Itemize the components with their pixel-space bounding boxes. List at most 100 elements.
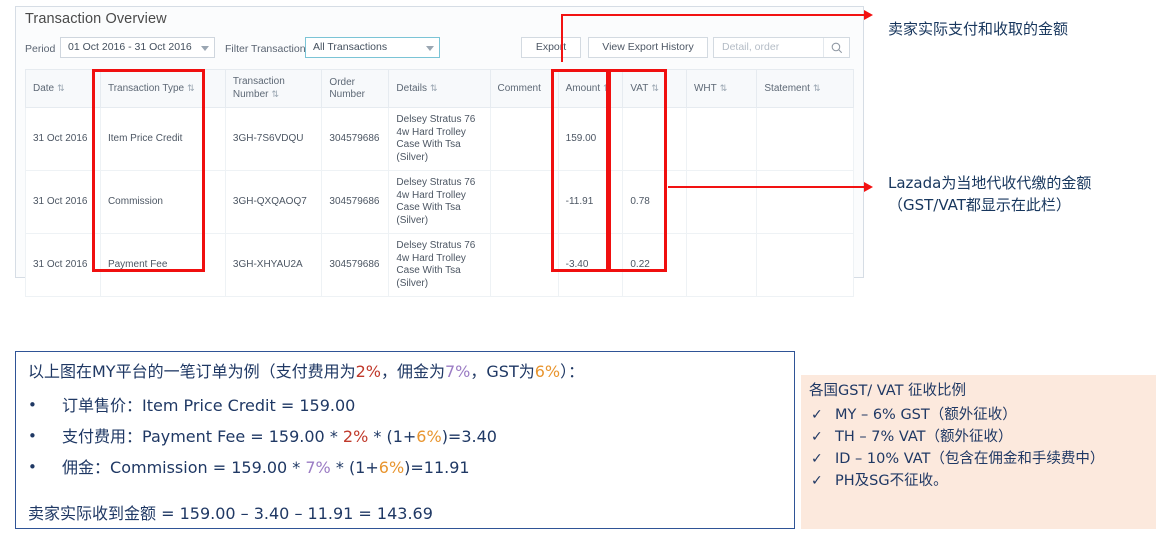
cell-statement xyxy=(756,107,854,171)
search-divider xyxy=(823,38,824,57)
chevron-down-icon xyxy=(201,46,209,51)
column-header-label: Date xyxy=(33,83,55,94)
vat-rate-item: ✓ ID – 10% VAT（包含在佣金和手续费中） xyxy=(809,448,1146,470)
cell-transaction_type: Payment Fee xyxy=(99,233,226,297)
cell-statement xyxy=(756,233,854,297)
sort-updown-icon[interactable]: ⇅ xyxy=(813,82,820,94)
sort-updown-icon[interactable]: ⇅ xyxy=(603,82,610,94)
cell-amount: -3.40 xyxy=(557,233,624,297)
vat-rate-label: TH – 7% VAT（额外征收） xyxy=(835,429,1013,445)
sort-updown-icon[interactable]: ⇅ xyxy=(720,82,727,94)
cell-details: Delsey Stratus 76 4w Hard Trolley Case W… xyxy=(388,107,491,171)
table-row[interactable]: 31 Oct 2016 Commission 3GH-QXQAOQ7 30457968… xyxy=(25,170,854,234)
check-icon: ✓ xyxy=(811,473,823,489)
bullet-commission: 佣金：Commission = 159.00 * 7% * (1+6%)=11.… xyxy=(28,452,784,483)
sort-updown-icon[interactable]: ⇅ xyxy=(651,82,658,94)
period-select[interactable]: 01 Oct 2016 - 31 Oct 2016 xyxy=(60,37,215,58)
column-header-label: Details xyxy=(396,83,427,94)
bullet-item-price-formula: Item Price Credit = 159.00 xyxy=(142,396,356,415)
filter-transaction-label: Filter Transaction xyxy=(225,43,306,55)
vat-rate-item: ✓ TH – 7% VAT（额外征收） xyxy=(809,426,1146,448)
filter-transaction-select[interactable]: All Transactions xyxy=(305,37,440,58)
bullet-item-price-label: 订单售价： xyxy=(62,396,143,415)
cell-wht xyxy=(685,107,758,171)
column-header-transaction_number[interactable]: Transaction Number ⇅ xyxy=(224,69,323,108)
bullet-payment-fee-label: 支付费用： xyxy=(62,427,143,446)
bullet-commission-c: )=11.91 xyxy=(404,458,470,477)
cell-transaction_number: 3GH-XHYAU2A xyxy=(224,233,323,297)
column-header-amount[interactable]: Amount ⇅ xyxy=(557,69,624,108)
bullet-commission-rate: 7% xyxy=(305,458,331,477)
sort-updown-icon[interactable]: ⇅ xyxy=(187,82,194,94)
amount-callout-arrow-line xyxy=(561,14,866,16)
cell-vat xyxy=(622,107,687,171)
cell-date: 31 Oct 2016 xyxy=(25,170,101,234)
vat-rate-label: PH及SG不征收。 xyxy=(835,473,948,489)
cell-order_number: 304579686 xyxy=(321,233,390,297)
cell-transaction_type: Commission xyxy=(99,170,226,234)
callout-vat-text: Lazada为当地代收代缴的金额 （GST/VAT都显示在此栏） xyxy=(888,174,1092,214)
cell-order_number: 304579686 xyxy=(321,170,390,234)
column-header-statement[interactable]: Statement ⇅ xyxy=(756,69,854,108)
vat-rates-title: 各国GST/ VAT 征收比例 xyxy=(809,383,967,399)
intro-part-a: 以上图在MY平台的一笔订单为例（支付费用为 xyxy=(28,362,356,381)
explanation-box: 以上图在MY平台的一笔订单为例（支付费用为2%，佣金为7%，GST为6%）： 订… xyxy=(15,351,795,529)
cell-details: Delsey Stratus 76 4w Hard Trolley Case W… xyxy=(388,170,491,234)
bullet-commission-label: 佣金： xyxy=(62,458,111,477)
table-row[interactable]: 31 Oct 2016 Payment Fee 3GH-XHYAU2A 3045796… xyxy=(25,233,854,297)
bullet-payment-fee-rate: 2% xyxy=(342,427,369,446)
export-button[interactable]: Export xyxy=(521,37,581,58)
table-body: 31 Oct 2016 Item Price Credit 3GH-7S6VDQU 3… xyxy=(25,107,854,297)
bullet-commission-a: Commission = 159.00 * xyxy=(110,458,306,477)
chevron-down-icon xyxy=(426,46,434,51)
toolbar: Period 01 Oct 2016 - 31 Oct 2016 Filter … xyxy=(16,35,863,65)
column-header-transaction_type[interactable]: Transaction Type ⇅ xyxy=(99,69,226,108)
column-header-wht[interactable]: WHT ⇅ xyxy=(685,69,758,108)
cell-comment xyxy=(489,107,559,171)
cell-comment xyxy=(489,233,559,297)
cell-vat: 0.78 xyxy=(622,170,687,234)
column-header-label: Order Number xyxy=(329,76,365,100)
intro-part-d: ）： xyxy=(560,362,585,381)
transactions-table: Date ⇅ Transaction Type ⇅ Transaction Number… xyxy=(25,69,854,297)
bullet-commission-gst: 6% xyxy=(378,458,405,477)
cell-amount: -11.91 xyxy=(557,170,624,234)
gst-rate: 6% xyxy=(534,362,561,381)
bullet-payment-fee-gst: 6% xyxy=(416,427,442,446)
column-header-vat[interactable]: VAT ⇅ xyxy=(622,69,687,108)
cell-details: Delsey Stratus 76 4w Hard Trolley Case W… xyxy=(388,233,491,297)
vat-callout-arrow-line xyxy=(668,186,866,188)
vat-callout-arrowhead xyxy=(864,182,873,192)
sort-updown-icon[interactable]: ⇅ xyxy=(271,88,278,100)
column-header-date[interactable]: Date ⇅ xyxy=(25,69,101,108)
column-header-label: Amount xyxy=(565,83,601,94)
bullet-payment-fee-c: )=3.40 xyxy=(441,427,497,446)
explanation-total: 卖家实际收到金额 = 159.00 – 3.40 – 11.91 = 143.6… xyxy=(28,504,433,523)
vat-rate-label: MY – 6% GST（额外征收） xyxy=(835,407,1017,423)
search-input[interactable]: Detail, order xyxy=(722,38,779,57)
cell-date: 31 Oct 2016 xyxy=(25,233,101,297)
column-header-label: VAT xyxy=(630,83,649,94)
search-box[interactable]: Detail, order xyxy=(713,37,850,58)
period-label: Period xyxy=(25,43,56,55)
cell-comment xyxy=(489,170,559,234)
amount-callout-arrowhead xyxy=(864,10,873,20)
vat-rate-item: ✓ PH及SG不征收。 xyxy=(809,470,1146,492)
vat-rates-box: 各国GST/ VAT 征收比例 ✓ MY – 6% GST（额外征收） ✓ TH – … xyxy=(801,375,1156,529)
view-export-history-button[interactable]: View Export History xyxy=(588,37,708,58)
column-header-label: Transaction Type xyxy=(107,83,185,94)
explanation-bullets: 订单售价：Item Price Credit = 159.00 支付费用：Pay… xyxy=(28,390,784,483)
vat-rates-list: ✓ MY – 6% GST（额外征收） ✓ TH – 7% VAT（额外征收） ✓ ID … xyxy=(809,404,1146,492)
column-header-details[interactable]: Details ⇅ xyxy=(388,69,491,108)
cell-order_number: 304579686 xyxy=(321,107,390,171)
table-row[interactable]: 31 Oct 2016 Item Price Credit 3GH-7S6VDQU 3… xyxy=(25,107,854,171)
search-icon[interactable] xyxy=(830,41,844,55)
column-header-label: WHT xyxy=(693,83,717,94)
sort-updown-icon[interactable]: ⇅ xyxy=(57,82,64,94)
bullet-payment-fee-a: Payment Fee = 159.00 * xyxy=(142,427,343,446)
payment-fee-rate: 2% xyxy=(355,362,381,381)
commission-rate: 7% xyxy=(445,362,471,381)
cell-transaction_number: 3GH-QXQAOQ7 xyxy=(224,170,323,234)
vat-rate-item: ✓ MY – 6% GST（额外征收） xyxy=(809,404,1146,426)
sort-updown-icon[interactable]: ⇅ xyxy=(430,82,437,94)
